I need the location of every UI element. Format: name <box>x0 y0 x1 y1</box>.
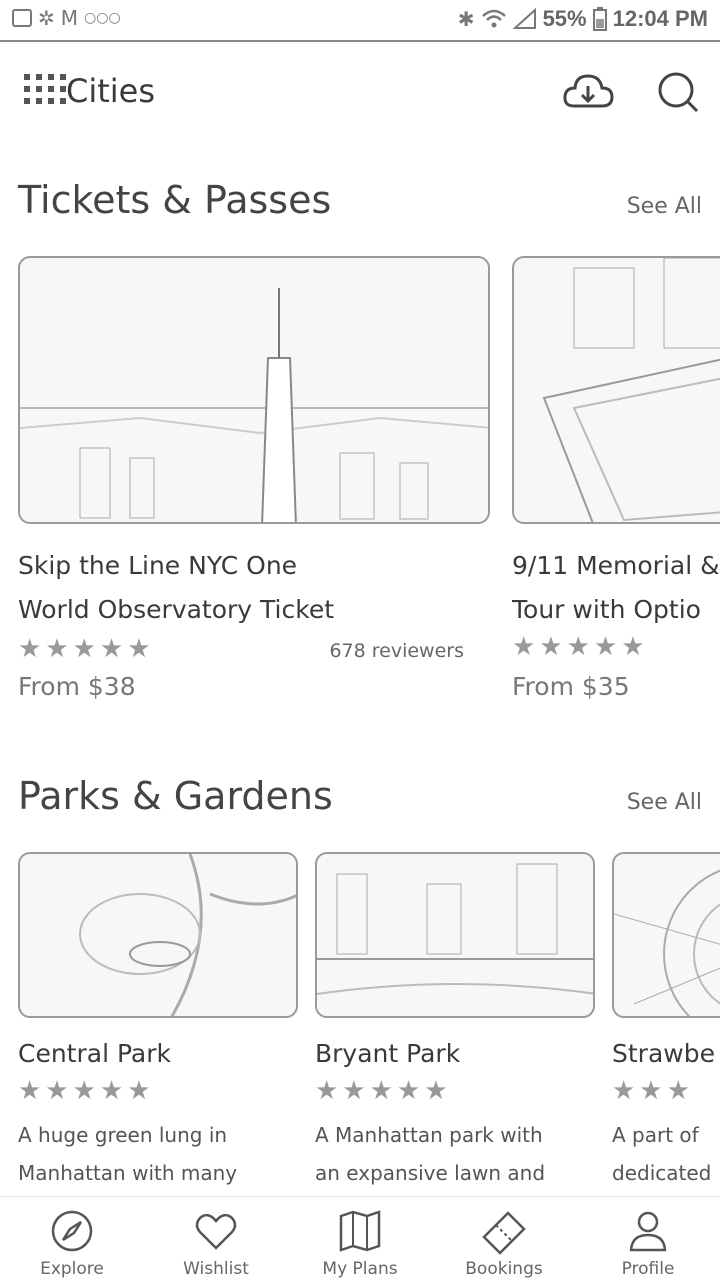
park-card-strawberry[interactable]: Strawbe ★★★ A part of dedicated <box>612 852 720 1192</box>
section-title-tickets: Tickets & Passes <box>18 178 332 222</box>
see-all-tickets-link[interactable]: See All <box>627 194 702 219</box>
page-title[interactable]: Cities <box>66 72 155 110</box>
battery-percent: 55% <box>542 6 587 31</box>
ticket-icon <box>482 1211 526 1255</box>
map-icon <box>339 1210 381 1252</box>
strawberry-fields-image <box>612 852 720 1018</box>
search-icon[interactable] <box>650 64 706 120</box>
ticket-card-observatory[interactable]: Skip the Line NYC One World Observatory … <box>18 256 490 701</box>
tab-wishlist[interactable]: Wishlist <box>144 1197 288 1281</box>
ticket-title-line2: Tour with Optio <box>512 595 701 624</box>
park-description-line2: dedicated <box>612 1161 712 1185</box>
notification-icons: ✲ M ○○○ <box>12 8 121 28</box>
rating-stars: ★★★★★ <box>18 634 155 664</box>
rating-stars: ★★★★★ <box>512 632 649 662</box>
wifi-icon <box>481 9 506 28</box>
memorial-image <box>512 256 720 524</box>
tab-label: Bookings <box>465 1259 543 1279</box>
status-bar: ✲ M ○○○ ✱ 55% 12:04 PM <box>0 0 720 42</box>
observatory-image <box>18 256 490 524</box>
tab-label: My Plans <box>322 1259 398 1279</box>
park-title: Bryant Park <box>315 1039 461 1068</box>
bluetooth-icon: ✱ <box>457 7 475 31</box>
ticket-price: From $35 <box>512 672 630 701</box>
tab-explore[interactable]: Explore <box>0 1197 144 1281</box>
bryant-park-image <box>315 852 595 1018</box>
park-description-line1: A huge green lung in <box>18 1123 228 1147</box>
park-card-central[interactable]: Central Park ★★★★★ A huge green lung in … <box>18 852 298 1192</box>
park-description-line2: an expansive lawn and <box>315 1161 546 1185</box>
park-title: Strawbe <box>612 1039 715 1068</box>
person-icon <box>629 1211 667 1252</box>
tab-bookings[interactable]: Bookings <box>432 1197 576 1281</box>
section-title-parks: Parks & Gardens <box>18 774 333 818</box>
ticket-price: From $38 <box>18 672 136 701</box>
signal-icon <box>512 8 536 29</box>
review-count: 678 reviewers <box>329 640 464 662</box>
park-description-line1: A part of <box>612 1123 699 1147</box>
grid-icon[interactable] <box>24 74 66 104</box>
rating-stars: ★★★★★ <box>18 1076 155 1106</box>
app-header: Cities <box>0 42 720 138</box>
park-description-line2: Manhattan with many <box>18 1161 238 1185</box>
park-description-line1: A Manhattan park with <box>315 1123 543 1147</box>
compass-icon <box>51 1210 93 1252</box>
heart-icon <box>195 1213 237 1250</box>
ticket-title-line1: 9/11 Memorial & <box>512 551 720 580</box>
system-icons: ✱ 55% 12:04 PM <box>458 6 708 32</box>
clock: 12:04 PM <box>612 6 708 31</box>
pinwheel-icon: ✲ <box>38 6 55 30</box>
cloud-download-icon[interactable] <box>560 64 616 120</box>
ticket-title-line1: Skip the Line NYC One <box>18 551 298 580</box>
gmail-icon: M <box>60 6 79 30</box>
bottom-nav: Explore Wishlist My Plans Bookings Profi… <box>0 1196 720 1281</box>
tab-profile[interactable]: Profile <box>576 1197 720 1281</box>
rating-stars: ★★★ <box>612 1076 694 1106</box>
park-title: Central Park <box>18 1039 172 1068</box>
see-all-parks-link[interactable]: See All <box>627 790 702 815</box>
central-park-image <box>18 852 298 1018</box>
gallery-icon <box>12 9 32 27</box>
battery-icon <box>592 7 607 31</box>
park-card-bryant[interactable]: Bryant Park ★★★★★ A Manhattan park with … <box>315 852 595 1192</box>
tab-label: Wishlist <box>183 1259 249 1279</box>
more-notifications-icon: ○○○ <box>84 10 121 26</box>
tab-label: Explore <box>40 1259 104 1279</box>
tab-my-plans[interactable]: My Plans <box>288 1197 432 1281</box>
tab-label: Profile <box>621 1259 675 1279</box>
ticket-card-memorial[interactable]: 9/11 Memorial & Tour with Optio ★★★★★ Fr… <box>512 256 720 701</box>
rating-stars: ★★★★★ <box>315 1076 452 1106</box>
ticket-title-line2: World Observatory Ticket <box>18 595 335 624</box>
